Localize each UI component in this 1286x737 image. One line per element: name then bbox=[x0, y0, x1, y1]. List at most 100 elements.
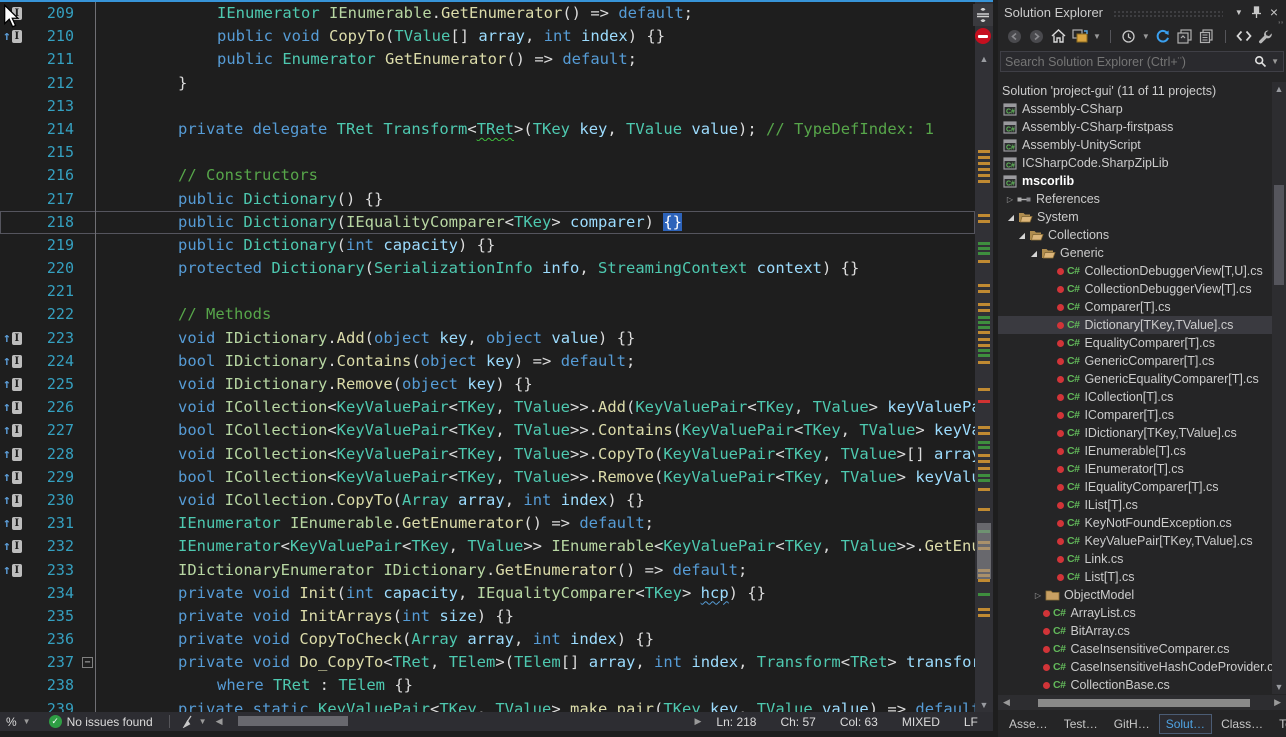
expanded-arrow-icon[interactable]: ◢ bbox=[1005, 213, 1017, 222]
caret-down-icon[interactable]: ▼ bbox=[1271, 57, 1279, 66]
scroll-right-icon[interactable]: ▶ bbox=[1271, 697, 1284, 708]
tool-window-tab-tea[interactable]: Tea… bbox=[1272, 714, 1286, 734]
code-line[interactable]: 239 private static KeyValuePair<TKey, TVa… bbox=[0, 698, 975, 712]
close-icon[interactable]: × bbox=[1266, 4, 1282, 20]
line-number[interactable]: 239 bbox=[28, 698, 74, 712]
line-number[interactable]: 236 bbox=[28, 628, 74, 651]
code-line[interactable]: 213 bbox=[0, 95, 975, 118]
line-number[interactable]: 225 bbox=[28, 373, 74, 396]
implements-glyph-icon[interactable]: ↑I bbox=[0, 512, 28, 535]
search-input[interactable] bbox=[1005, 55, 1254, 69]
code-text[interactable]: void IDictionary.Add(object key, object … bbox=[100, 327, 975, 350]
tree-item-link-cs[interactable]: C#Link.cs bbox=[998, 550, 1272, 568]
code-text[interactable]: void ICollection<KeyValuePair<TKey, TVal… bbox=[100, 396, 975, 419]
tree-item-mscorlib[interactable]: C#mscorlib bbox=[998, 172, 1272, 190]
code-cleanup-button[interactable]: ▼ bbox=[176, 715, 213, 728]
code-line[interactable]: 211public Enumerator GetEnumerator() => … bbox=[0, 48, 975, 71]
line-number[interactable]: 222 bbox=[28, 303, 74, 326]
implements-glyph-icon[interactable]: ↑I bbox=[0, 489, 28, 512]
code-text[interactable] bbox=[100, 95, 975, 118]
code-line[interactable]: ↑I228void ICollection<KeyValuePair<TKey,… bbox=[0, 443, 975, 466]
tree-item-equalitycomparer-t-cs[interactable]: C#EqualityComparer[T].cs bbox=[998, 334, 1272, 352]
editor-vertical-scrollbar[interactable]: ▲ ▼ bbox=[975, 2, 993, 712]
scroll-down-icon[interactable]: ▼ bbox=[1272, 682, 1286, 692]
line-number[interactable]: 232 bbox=[28, 535, 74, 558]
implements-glyph-icon[interactable]: ↑I bbox=[0, 443, 28, 466]
code-editor[interactable]: ↑I209IEnumerator IEnumerable.GetEnumerat… bbox=[0, 0, 993, 712]
home-icon[interactable] bbox=[1048, 26, 1068, 46]
code-line[interactable]: 214private delegate TRet Transform<TRet>… bbox=[0, 118, 975, 141]
implements-glyph-icon[interactable]: ↑I bbox=[0, 350, 28, 373]
switch-views-icon[interactable] bbox=[1070, 26, 1090, 46]
code-text[interactable]: private void CopyToCheck(Array array, in… bbox=[100, 628, 975, 651]
code-text[interactable]: } bbox=[100, 72, 975, 95]
code-text[interactable]: void IDictionary.Remove(object key) {} bbox=[100, 373, 975, 396]
line-number[interactable]: 220 bbox=[28, 257, 74, 280]
tree-item-collectiondebuggerview-t-u-cs[interactable]: C#CollectionDebuggerView[T,U].cs bbox=[998, 262, 1272, 280]
scroll-right-icon[interactable]: ▶ bbox=[692, 716, 705, 727]
tree-item-collections[interactable]: ◢Collections bbox=[998, 226, 1272, 244]
status-character[interactable]: Ch: 57 bbox=[768, 715, 827, 729]
tree-item-solution-project-gui-11-of-11-projects-[interactable]: Solution 'project-gui' (11 of 11 project… bbox=[998, 82, 1272, 100]
tree-vertical-scrollbar[interactable]: ▲ ▼ bbox=[1272, 82, 1286, 694]
code-line[interactable]: 220 protected Dictionary(SerializationInf… bbox=[0, 257, 975, 280]
implements-glyph-icon[interactable]: ↑I bbox=[0, 559, 28, 582]
expanded-arrow-icon[interactable]: ◢ bbox=[1028, 249, 1040, 258]
search-icon[interactable] bbox=[1254, 55, 1267, 68]
implements-glyph-icon[interactable]: ↑I bbox=[0, 535, 28, 558]
line-number[interactable]: 218 bbox=[28, 211, 74, 234]
implements-glyph-icon[interactable]: ↑I bbox=[0, 327, 28, 350]
vertical-scrollbar-thumb[interactable] bbox=[977, 523, 991, 579]
refresh-icon[interactable] bbox=[1153, 26, 1173, 46]
code-text[interactable]: public void CopyTo(TValue[] array, int i… bbox=[100, 25, 975, 48]
line-number[interactable]: 235 bbox=[28, 605, 74, 628]
code-line[interactable]: 235private void InitArrays(int size) {} bbox=[0, 605, 975, 628]
line-number[interactable]: 226 bbox=[28, 396, 74, 419]
line-number[interactable]: 213 bbox=[28, 95, 74, 118]
code-text[interactable]: public Dictionary(int capacity) {} bbox=[100, 234, 975, 257]
code-text[interactable]: private void Init(int capacity, IEqualit… bbox=[100, 582, 975, 605]
tree-item-genericcomparer-t-cs[interactable]: C#GenericComparer[T].cs bbox=[998, 352, 1272, 370]
zoom-control[interactable]: % ▼ bbox=[0, 715, 39, 729]
code-line[interactable]: 217public Dictionary() {} bbox=[0, 188, 975, 211]
issues-indicator[interactable]: ✓ No issues found bbox=[39, 715, 163, 729]
view-code-icon[interactable] bbox=[1234, 26, 1254, 46]
tree-item-generic[interactable]: ◢Generic bbox=[998, 244, 1272, 262]
code-text[interactable]: // Constructors bbox=[100, 164, 975, 187]
code-text[interactable]: private static KeyValuePair<TKey, TValue… bbox=[100, 698, 975, 712]
status-line-ending[interactable]: LF bbox=[952, 715, 990, 729]
code-line[interactable]: ↑I229bool ICollection<KeyValuePair<TKey,… bbox=[0, 466, 975, 489]
code-text[interactable]: // Methods bbox=[100, 303, 975, 326]
code-text[interactable]: IEnumerator<KeyValuePair<TKey, TValue>> … bbox=[100, 535, 975, 558]
code-line[interactable]: 219public Dictionary(int capacity) {} bbox=[0, 234, 975, 257]
pin-icon[interactable] bbox=[1247, 6, 1266, 19]
tree-item-references[interactable]: ▷References bbox=[998, 190, 1272, 208]
tree-item-icomparer-t-cs[interactable]: C#IComparer[T].cs bbox=[998, 406, 1272, 424]
code-line[interactable]: ↑I210public void CopyTo(TValue[] array, … bbox=[0, 25, 975, 48]
code-line[interactable]: 237−private void Do_CopyTo<TRet, TElem>(… bbox=[0, 651, 975, 674]
scroll-down-icon[interactable]: ▼ bbox=[975, 700, 993, 710]
code-line[interactable]: ↑I209IEnumerator IEnumerable.GetEnumerat… bbox=[0, 2, 975, 25]
line-number[interactable]: 228 bbox=[28, 443, 74, 466]
code-text[interactable]: public Dictionary(IEqualityComparer<TKey… bbox=[100, 211, 975, 234]
readonly-indicator-icon[interactable] bbox=[975, 28, 991, 44]
collapsed-arrow-icon[interactable]: ▷ bbox=[1004, 195, 1016, 204]
code-line[interactable]: ↑I227bool ICollection<KeyValuePair<TKey,… bbox=[0, 419, 975, 442]
tree-item-dictionary-tkey-tvalue-cs[interactable]: C#Dictionary[TKey,TValue].cs bbox=[998, 316, 1272, 334]
code-line[interactable]: ↑I231IEnumerator IEnumerable.GetEnumerat… bbox=[0, 512, 975, 535]
expanded-arrow-icon[interactable]: ◢ bbox=[1016, 231, 1028, 240]
code-text[interactable]: bool ICollection<KeyValuePair<TKey, TVal… bbox=[100, 419, 975, 442]
line-number[interactable]: 215 bbox=[28, 141, 74, 164]
tree-item-keynotfoundexception-cs[interactable]: C#KeyNotFoundException.cs bbox=[998, 514, 1272, 532]
line-number[interactable]: 237 bbox=[28, 651, 74, 674]
tree-item-genericequalitycomparer-t-cs[interactable]: C#GenericEqualityComparer[T].cs bbox=[998, 370, 1272, 388]
line-number[interactable]: 210 bbox=[28, 25, 74, 48]
tree-item-objectmodel[interactable]: ▷ObjectModel bbox=[998, 586, 1272, 604]
code-text[interactable]: private void Do_CopyTo<TRet, TElem>(TEle… bbox=[100, 651, 975, 674]
line-number[interactable]: 216 bbox=[28, 164, 74, 187]
code-text[interactable]: protected Dictionary(SerializationInfo i… bbox=[100, 257, 975, 280]
tree-item-collectionbase-cs[interactable]: C#CollectionBase.cs bbox=[998, 676, 1272, 694]
code-line[interactable]: ↑I223 void IDictionary.Add(object key, ob… bbox=[0, 327, 975, 350]
tool-window-tab-solut[interactable]: Solut… bbox=[1159, 714, 1212, 734]
line-number[interactable]: 223 bbox=[28, 327, 74, 350]
